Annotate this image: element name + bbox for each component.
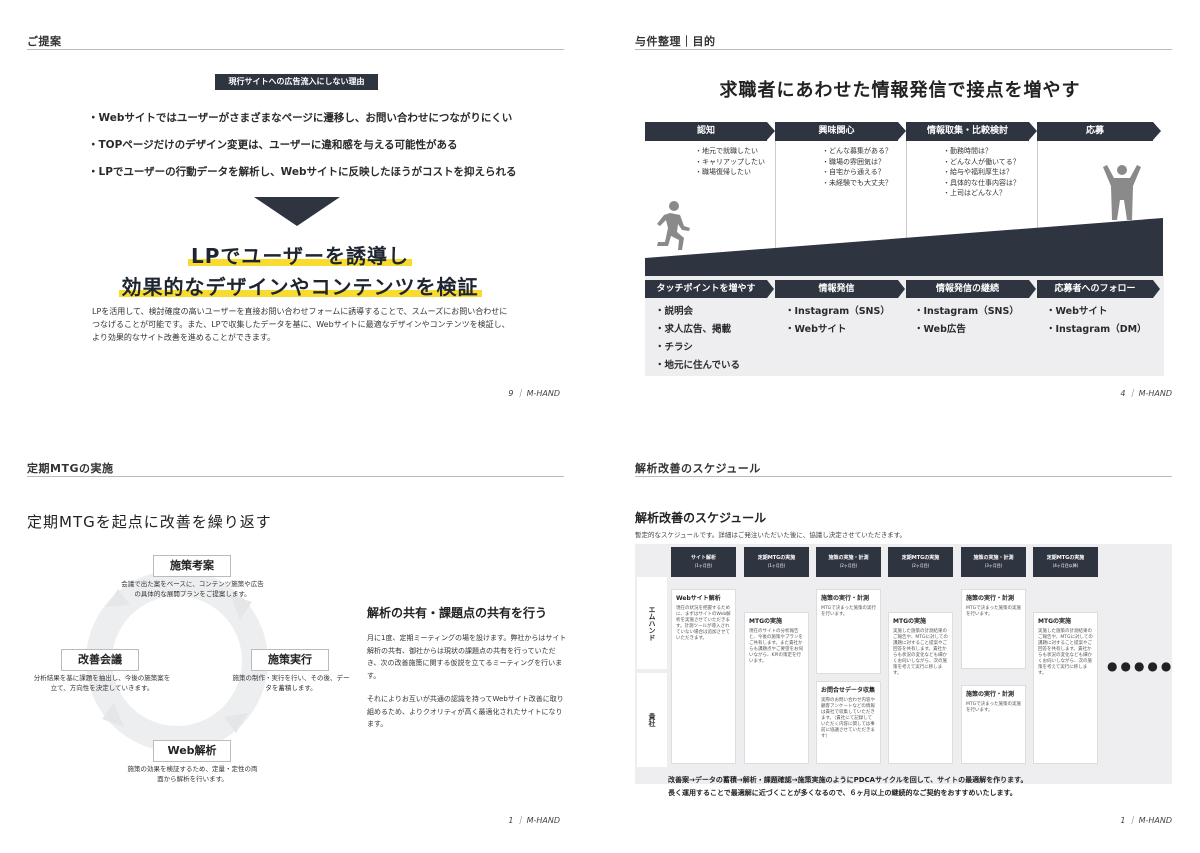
schedule-note: 暫定的なスケジュールです。詳細はご発注いただいた後に、協議し決定させていただきま… — [635, 531, 907, 539]
section-title: ご提案 — [27, 35, 62, 48]
reason-list: ・Webサイトではユーザーがさまざまなページに遷移し、お問い合わせにつながりにく… — [88, 110, 517, 191]
page-footer: 1 ｜ M-HAND — [508, 816, 560, 825]
headline-line-2: 効果的なデザインやコンテンツを検証 — [0, 271, 600, 300]
schedule-header: サイト解析 (1ヶ月目) — [671, 547, 736, 577]
schedule-header: 施策の実施・計測 (2ヶ月目) — [816, 547, 881, 577]
slide-objective: 与件整理｜目的 求職者にあわせた情報発信で接点を増やす 認知 興味関心 情報取集… — [600, 0, 1200, 426]
page-footer: 1 ｜ M-HAND — [1120, 816, 1172, 825]
down-arrow-icon — [254, 197, 340, 226]
standing-person-icon — [1103, 165, 1141, 220]
touchpoint-list: ・Instagram（SNS） ・Web広告 — [914, 303, 1019, 339]
cycle-plan-box: 施策考案 — [153, 555, 231, 577]
section-title: 解析改善のスケジュール — [635, 462, 761, 475]
reason-item: ・Webサイトではユーザーがさまざまなページに遷移し、お問い合わせにつながりにく… — [88, 112, 513, 124]
meeting-paragraph-1: 月に1度、定期ミーティングの場を設けます。弊社からはサイト解析の共有、御社からは… — [367, 634, 567, 680]
touchpoint-item: ・求人広告、掲載 — [655, 324, 732, 335]
cycle-improve-desc: 分析結果を基に課題を抽出し、今後の施策案を立て、方向性を決定していきます。 — [33, 674, 171, 692]
schedule-header: 定期MTGの実施 (1ヶ月目) — [744, 547, 809, 577]
page-footer: 9 ｜ M-HAND — [508, 389, 560, 398]
cycle-analysis-box: Web解析 — [153, 740, 231, 762]
cycle-analysis-desc: 施策の効果を検証するため、定量・定性の両面から解析を行います。 — [127, 765, 258, 783]
touchpoint-item: ・Webサイト — [785, 324, 847, 335]
schedule-header: 定期MTGの実施 (4ヶ月目以降) — [1033, 547, 1098, 577]
touchpoint-item: ・Instagram（DM） — [1046, 324, 1147, 335]
touchpoint-item: ・チラシ — [655, 342, 693, 353]
headline-line-1: LPでユーザーを誘導し — [0, 240, 600, 269]
section-divider — [27, 49, 564, 50]
schedule-title: 解析改善のスケジュール — [635, 511, 767, 525]
schedule-cell: Webサイト解析 現在の状況を把握するために、まずはサイトのWeb解析を実施させて… — [671, 589, 736, 764]
meeting-paragraph-2: それによりお互いが共通の認識を持ってWebサイト改善に取り組めるため、よりクオリ… — [367, 695, 564, 728]
schedule-cell: 施策の実行・計測 MTGで決まった施策の実施を行います。 — [961, 685, 1026, 764]
proposal-paragraph: LPを活用して、検討確度の高いユーザーを直接お問い合わせフォームに誘導することで… — [92, 307, 510, 342]
schedule-cell: 施策の実行・計測 MTGで決まった施策の実行を行います。 — [816, 589, 881, 674]
section-divider — [635, 476, 1172, 477]
touchpoint-item: ・Webサイト — [1046, 306, 1108, 317]
touchpoint-header: 応募者へのフォロー — [1037, 280, 1160, 298]
schedule-cell: お問合せデータ収集 実際のお問い合わせ内容や顧客アンケートなどの情報は貴社で収集し… — [816, 681, 881, 764]
cycle-plan-desc: 会議で出た案をベースに、コンテンツ施策や広告の具体的な展開プランをご提案します。 — [121, 580, 264, 598]
touchpoint-item: ・Instagram（SNS） — [914, 306, 1019, 317]
schedule-summary: 改善案→データの蓄積→解析・課題確認→施策実施のようにPDCAサイクルを回して、… — [668, 774, 1027, 800]
touchpoint-header: 情報発信の継続 — [906, 280, 1036, 298]
meeting-subtitle: 解析の共有・課題点の共有を行う — [367, 606, 548, 620]
schedule-header: 定期MTGの実施 (2ヶ月目) — [888, 547, 953, 577]
slide-proposal: ご提案 現行サイトへの広告流入にしない理由 ・Webサイトではユーザーがさまざま… — [0, 0, 600, 426]
cycle-improve-box: 改善会議 — [61, 649, 139, 671]
touchpoint-item: ・地元に住んでいる — [655, 360, 741, 371]
row-label-mhand: エムハンド — [637, 577, 667, 669]
touchpoint-list: ・説明会 ・求人広告、掲載 ・チラシ ・地元に住んでいる — [655, 303, 740, 375]
reason-item: ・TOPページだけのデザイン変更は、ユーザーに違和感を与える可能性がある — [88, 139, 458, 151]
touchpoint-item: ・Web広告 — [914, 324, 966, 335]
running-person-icon — [657, 201, 690, 250]
row-label-client: 貴社 — [637, 673, 667, 767]
schedule-cell: MTGの実施 実施した施策の計測結果のご報告や、MTGに対しての課題に対すること提… — [1033, 612, 1098, 764]
summary-line-1: 改善案→データの蓄積→解析・課題確認→施策実施のようにPDCAサイクルを回して、… — [668, 776, 1028, 784]
touchpoint-list: ・Instagram（SNS） ・Webサイト — [785, 303, 890, 339]
schedule-cell: MTGの実施 現在のサイトの分析報告と、今後の施策やプランをご共有します。また貴社… — [744, 612, 809, 764]
cycle-execute-box: 施策実行 — [251, 649, 329, 671]
schedule-header: 施策の実施・計測 (3ヶ月目) — [961, 547, 1026, 577]
reason-tag: 現行サイトへの広告流入にしない理由 — [215, 74, 378, 90]
schedule-cell: MTGの実施 実施した施策の計測結果のご報告や、MTGに対しての課題に対すること提… — [888, 612, 953, 764]
slide-meeting: 定期MTGの実施 定期MTGを起点に改善を繰り返す 施策考案 会議で出た案をベー… — [0, 427, 600, 853]
touchpoint-item: ・Instagram（SNS） — [785, 306, 890, 317]
schedule-cell: 施策の実行・計測 MTGで決まった施策の実施を行います。 — [961, 589, 1026, 669]
page-footer: 4 ｜ M-HAND — [1120, 389, 1172, 398]
touchpoint-list: ・Webサイト ・Instagram（DM） — [1046, 303, 1147, 339]
touchpoint-item: ・説明会 — [655, 306, 694, 317]
touchpoint-header: 情報発信 — [775, 280, 905, 298]
touchpoint-header: タッチポイントを増やす — [645, 280, 774, 298]
continuation-dots: ●●●●● — [1107, 659, 1175, 673]
reason-item: ・LPでユーザーの行動データを解析し、Webサイトに反映したほうがコストを抑えら… — [88, 166, 517, 178]
slope-shape — [645, 218, 1163, 276]
slide-schedule: 解析改善のスケジュール 解析改善のスケジュール 暫定的なスケジュールです。詳細は… — [600, 427, 1200, 853]
cycle-execute-desc: 施策の制作・実行を行い、その後、データを蓄積します。 — [232, 674, 350, 692]
summary-line-2: 長く運用することで最適解に近づくことが多くなるので、６ヶ月以上の継続的なご契約を… — [668, 789, 1017, 797]
